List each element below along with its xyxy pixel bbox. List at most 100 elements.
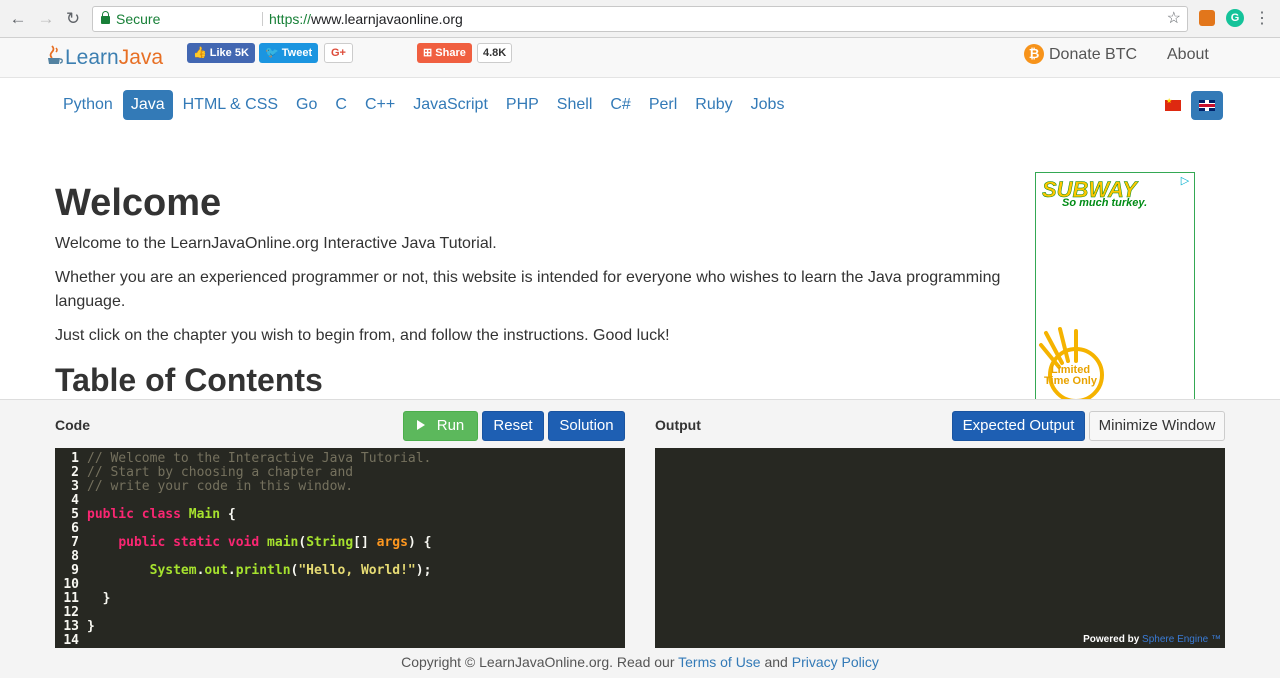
address-bar[interactable]: Secure https://www.learnjavaonline.org ☆ [92,6,1188,32]
footer-and-text: and [764,654,788,670]
code-line: 10 [55,578,87,592]
twitter-icon: 🐦 [265,47,279,59]
java-cup-icon [48,45,63,64]
code-line: 12 [55,606,87,620]
table-of-contents-heading: Table of Contents [55,362,323,398]
bookmark-star-icon[interactable]: ☆ [1167,7,1181,31]
code-text: public static void main(String[] args) { [118,535,432,550]
facebook-like-button[interactable]: 👍 Like 5K [187,43,255,63]
lang-tab-jobs[interactable]: Jobs [743,90,793,120]
code-label: Code [55,417,90,433]
lang-tab-php[interactable]: PHP [498,90,547,120]
output-window[interactable]: Powered by Sphere Engine ™ [655,448,1225,648]
uk-flag-icon [1199,100,1215,111]
lang-tab-ruby[interactable]: Ruby [687,90,740,120]
url-scheme: https:// [269,11,312,27]
powered-by-text: Powered by Sphere Engine ™ [1083,634,1221,645]
run-label: Run [436,417,465,434]
about-link[interactable]: About [1167,44,1209,66]
lang-tab-go[interactable]: Go [288,90,325,120]
donate-label: Donate BTC [1049,46,1138,63]
line-number: 3 [71,479,79,494]
page-title: Welcome [55,182,222,224]
chinese-flag-icon[interactable] [1165,97,1181,111]
line-number: 11 [63,591,79,606]
code-line: 8 [55,550,87,564]
code-text: } [102,591,111,606]
facebook-icon: 👍 [193,47,207,59]
line-number: 6 [71,521,79,536]
turkey-illustration [1039,327,1104,399]
code-text: } [87,619,95,634]
lang-tab-python[interactable]: Python [55,90,121,120]
copyright-text: Copyright © LearnJavaOnline.org. Read ou… [401,654,675,670]
lang-tab-javascript[interactable]: JavaScript [405,90,496,120]
code-line: 4 [55,494,87,508]
code-line: 11 } [55,592,110,606]
lang-tab-html-css[interactable]: HTML & CSS [175,90,286,120]
share-label: Share [435,47,466,59]
code-text: public class Main { [87,507,236,522]
code-line: 13} [55,619,95,634]
solution-button[interactable]: Solution [548,411,625,441]
ad-limited-text: Limited Time Only [1044,365,1097,387]
lock-icon [101,11,110,24]
forward-icon[interactable]: → [36,9,56,29]
address-divider [262,12,263,26]
back-icon[interactable]: ← [8,9,28,29]
line-number: 5 [71,507,79,522]
google-plus-label: G+ [331,47,346,59]
terms-of-use-link[interactable]: Terms of Use [678,654,760,670]
play-icon [416,420,425,430]
share-button[interactable]: ⊞ Share [417,43,472,63]
site-logo[interactable]: LearnJava [46,42,163,74]
tweet-button[interactable]: 🐦 Tweet [259,43,319,63]
reset-button[interactable]: Reset [482,411,544,441]
grammarly-extension-icon[interactable]: G [1226,9,1244,27]
code-text: // Welcome to the Interactive Java Tutor… [87,451,432,466]
metamask-extension-icon[interactable] [1199,10,1215,26]
secure-label: Secure [116,11,161,27]
line-number: 2 [71,465,79,480]
instructions-paragraph: Just click on the chapter you wish to be… [55,327,670,344]
expected-output-button[interactable]: Expected Output [952,411,1085,441]
secure-indicator[interactable]: Secure [101,7,160,31]
intro-paragraph: Welcome to the LearnJavaOnline.org Inter… [55,235,497,252]
run-button[interactable]: Run [403,411,478,441]
google-plus-button[interactable]: G+ [324,43,353,63]
facebook-like-label: Like 5K [209,47,249,59]
reload-icon[interactable]: ↻ [63,9,83,29]
browser-menu-icon[interactable]: ⋮ [1252,9,1272,29]
minimize-window-button[interactable]: Minimize Window [1089,411,1225,441]
code-text: // Start by choosing a chapter and [87,465,354,480]
code-line: 5 public class Main { [55,508,236,522]
bitcoin-icon: ₿ [1024,44,1044,64]
adchoices-icon[interactable]: ▷ [1178,174,1192,188]
code-line: 1 // Welcome to the Interactive Java Tuto… [55,452,431,466]
site-header: LearnJava 👍 Like 5K 🐦 Tweet G+ ⊞ Share 4… [0,38,1280,78]
line-number: 14 [63,633,79,648]
advertisement[interactable]: SUBWAY So much turkey. ▷ Limited Time Onl… [1035,172,1195,400]
lang-tab-c[interactable]: C++ [357,90,403,120]
lang-tab-c[interactable]: C# [602,90,638,120]
main-content: Welcome Welcome to the LearnJavaOnline.o… [55,180,1015,398]
line-number: 4 [71,493,79,508]
code-editor[interactable]: 1 // Welcome to the Interactive Java Tuto… [55,448,625,648]
ad-tagline: So much turkey. [1062,197,1148,209]
url-host: www.learnjavaonline.org [311,11,463,27]
donate-btc-link[interactable]: ₿ Donate BTC [1024,44,1137,66]
lang-tab-shell[interactable]: Shell [549,90,601,120]
line-number: 9 [71,563,79,578]
ad-limited-line: Limited Time Only [1044,364,1097,387]
tweet-label: Tweet [281,47,313,59]
lang-tab-c[interactable]: C [327,90,355,120]
english-language-button[interactable] [1191,91,1223,120]
language-nav: Python Java HTML & CSS Go C C++ JavaScript PHP S… [55,90,794,120]
code-line: 7 public static void main(String[] args)… [55,536,431,550]
line-number: 12 [63,605,79,620]
footer: Copyright © LearnJavaOnline.org. Read ou… [0,654,1280,670]
lang-tab-java[interactable]: Java [122,90,173,120]
sphere-engine-link[interactable]: Sphere Engine ™ [1142,634,1221,645]
privacy-policy-link[interactable]: Privacy Policy [792,654,879,670]
lang-tab-perl[interactable]: Perl [641,90,685,120]
